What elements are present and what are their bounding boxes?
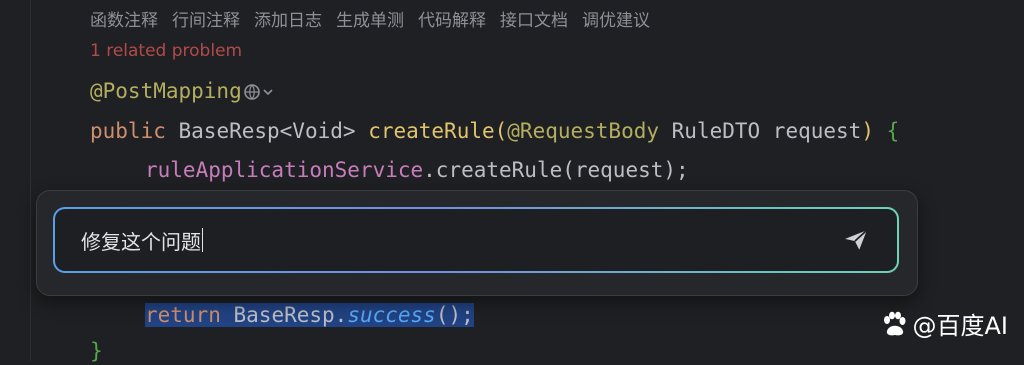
- action-generate-unit-test[interactable]: 生成单测: [336, 6, 404, 31]
- keyword-public: public: [90, 119, 166, 143]
- ai-chat-popup: 修复这个问题: [36, 190, 918, 296]
- code-line-return: return BaseResp.success();: [145, 301, 474, 329]
- action-add-log[interactable]: 添加日志: [254, 6, 322, 31]
- annotation-token: @PostMapping: [90, 79, 242, 103]
- code-line-call: ruleApplicationService.createRule(reques…: [145, 156, 689, 184]
- close-paren: ): [861, 119, 874, 143]
- related-problem-link[interactable]: 1 related problem: [90, 41, 242, 61]
- editor-gutter: [30, 0, 31, 361]
- action-code-explain[interactable]: 代码解释: [418, 6, 486, 31]
- action-inline-comment[interactable]: 行间注释: [172, 6, 240, 31]
- return-method: success: [347, 303, 436, 327]
- selected-return-statement[interactable]: return BaseResp.success();: [145, 303, 474, 327]
- text-cursor: [202, 228, 203, 252]
- return-type: BaseResp<Void>: [178, 119, 356, 143]
- return-object: BaseResp.: [233, 303, 348, 327]
- prompt-text: 修复这个问题: [81, 229, 201, 254]
- param-annotation: @RequestBody: [507, 119, 659, 143]
- code-line-signature: public BaseResp<Void> createRule(@Reques…: [90, 117, 899, 145]
- method-name: createRule: [368, 119, 495, 143]
- call-method: .createRule(request);: [423, 158, 689, 182]
- globe-dropdown-icon[interactable]: [243, 83, 274, 101]
- service-field: ruleApplicationService: [145, 158, 424, 182]
- code-line-annotation: @PostMapping: [90, 77, 274, 105]
- param-decl: RuleDTO request: [671, 119, 862, 143]
- code-action-bar: 函数注释 行间注释 添加日志 生成单测 代码解释 接口文档 调优建议: [90, 6, 650, 31]
- return-end: ();: [435, 303, 474, 327]
- prompt-input-border: 修复这个问题: [53, 207, 899, 273]
- open-paren: (: [494, 119, 508, 143]
- action-function-comment[interactable]: 函数注释: [90, 6, 158, 31]
- keyword-return: return: [145, 303, 221, 327]
- close-brace: }: [90, 339, 103, 363]
- paw-logo-icon: [883, 311, 905, 335]
- send-icon[interactable]: [843, 227, 869, 253]
- action-tuning-suggestion[interactable]: 调优建议: [582, 6, 650, 31]
- prompt-input[interactable]: 修复这个问题: [55, 209, 897, 271]
- open-brace: {: [886, 119, 900, 143]
- watermark: @百度AI: [881, 306, 1009, 341]
- action-api-doc[interactable]: 接口文档: [500, 6, 568, 31]
- watermark-text: @百度AI: [912, 312, 1009, 340]
